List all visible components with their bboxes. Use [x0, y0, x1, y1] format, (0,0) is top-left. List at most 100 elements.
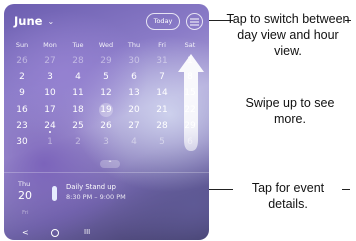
day-number: 2 [19, 72, 25, 83]
day-number: 9 [19, 88, 25, 99]
day-number: 6 [131, 72, 137, 83]
swipe-up-arrow-icon [178, 54, 204, 151]
day-cell[interactable]: 1 [36, 134, 64, 150]
day-cell[interactable]: 11 [64, 85, 92, 101]
event-date: Thu 20 [18, 180, 32, 202]
navigation-bar: < III [4, 228, 209, 240]
day-cell[interactable]: 17 [36, 102, 64, 118]
weekday-label: Fri [158, 41, 166, 49]
day-cell[interactable]: 28 [148, 118, 176, 134]
day-number: 17 [44, 104, 56, 115]
weekday-label: Wed [98, 41, 114, 49]
day-number: 16 [16, 104, 28, 115]
day-cell[interactable]: 24 [36, 118, 64, 134]
weekday-header: Sun Mon Tue Wed Thu Fri Sat [8, 41, 204, 49]
day-cell[interactable]: 3 [36, 69, 64, 85]
day-cell-today[interactable]: 19 [92, 102, 120, 118]
weekday-label: Sat [184, 41, 196, 49]
callout-end-tick [342, 189, 350, 190]
day-cell[interactable]: 2 [8, 69, 36, 85]
day-cell[interactable]: 25 [64, 118, 92, 134]
day-cell[interactable]: 30 [120, 53, 148, 69]
day-cell[interactable]: 16 [8, 102, 36, 118]
day-cell[interactable]: 30 [8, 134, 36, 150]
day-number: 30 [16, 136, 28, 147]
day-number: 28 [72, 56, 84, 66]
day-cell[interactable]: 6 [120, 69, 148, 85]
weekday-label: Sun [15, 41, 29, 49]
today-button[interactable]: Today [146, 13, 180, 30]
day-cell[interactable]: 7 [148, 69, 176, 85]
day-cell[interactable]: 26 [92, 118, 120, 134]
day-cell[interactable]: 13 [120, 85, 148, 101]
day-cell[interactable]: 20 [120, 102, 148, 118]
day-number: 30 [128, 56, 140, 66]
day-number: 29 [100, 56, 112, 66]
home-icon[interactable] [51, 229, 59, 237]
day-number: 12 [100, 88, 112, 99]
day-number: 5 [103, 72, 109, 83]
list-view-icon [190, 18, 199, 25]
day-cell[interactable]: 21 [148, 102, 176, 118]
day-cell[interactable]: 27 [36, 53, 64, 69]
chevron-down-icon: ⌄ [47, 16, 55, 26]
event-color-bar [52, 186, 57, 201]
event-callout: Tap for event details. [251, 181, 325, 211]
day-cell[interactable]: 2 [64, 134, 92, 150]
recents-icon[interactable]: III [84, 228, 90, 236]
view-toggle-callout: Tap to switch between day view and hour … [226, 12, 350, 58]
day-number: 14 [156, 88, 168, 99]
event-item[interactable]: Thu 20 Daily Stand up 8:30 PM – 9:00 PM … [4, 173, 209, 216]
view-toggle-button[interactable] [186, 13, 203, 30]
event-time: 8:30 PM – 9:00 PM [66, 193, 126, 201]
day-number: 4 [131, 136, 137, 147]
weekday-label: Tue [72, 41, 84, 49]
day-number: 25 [72, 120, 84, 131]
day-number: 27 [44, 56, 56, 66]
day-cell[interactable]: 3 [92, 134, 120, 150]
event-title: Daily Stand up [66, 183, 116, 191]
back-icon[interactable]: < [22, 228, 29, 237]
day-cell[interactable]: 5 [92, 69, 120, 85]
day-cell[interactable]: 18 [64, 102, 92, 118]
weekday-label: Mon [43, 41, 57, 49]
event-indicator-dot [49, 130, 51, 133]
day-number: 31 [156, 56, 168, 66]
day-number: 2 [75, 136, 81, 147]
day-number: 4 [75, 72, 81, 83]
day-cell[interactable]: 29 [92, 53, 120, 69]
chevron-up-icon[interactable]: ⌃ [100, 160, 120, 168]
day-cell[interactable]: 4 [64, 69, 92, 85]
day-cell[interactable]: 23 [8, 118, 36, 134]
day-number: 13 [128, 88, 140, 99]
day-cell[interactable]: 4 [120, 134, 148, 150]
day-number: 7 [159, 72, 165, 83]
day-number: 26 [16, 56, 28, 66]
month-grid: 2627282930311234567891011121314151617181… [8, 53, 204, 150]
day-number: 18 [72, 104, 84, 115]
calendar-widget: June ⌄ Today Sun Mon Tue Wed Thu Fri Sat… [4, 4, 209, 240]
day-number: 21 [156, 104, 168, 115]
day-number: 24 [44, 120, 56, 131]
day-cell[interactable]: 26 [8, 53, 36, 69]
swipe-up-callout: Swipe up to see more. [245, 96, 335, 126]
day-cell[interactable]: 14 [148, 85, 176, 101]
day-cell[interactable]: 27 [120, 118, 148, 134]
month-label: June [14, 14, 43, 28]
day-number: 1 [47, 136, 53, 147]
day-cell[interactable]: 10 [36, 85, 64, 101]
day-cell[interactable]: 9 [8, 85, 36, 101]
day-cell[interactable]: 5 [148, 134, 176, 150]
day-cell[interactable]: 31 [148, 53, 176, 69]
day-number: 3 [103, 136, 109, 147]
month-selector[interactable]: June ⌄ [14, 14, 54, 28]
day-number: 10 [44, 88, 56, 99]
day-number: 27 [128, 120, 140, 131]
day-cell[interactable]: 28 [64, 53, 92, 69]
weekday-label: Thu [127, 41, 141, 49]
day-number: 26 [100, 120, 112, 131]
day-number: 11 [72, 88, 84, 99]
day-cell[interactable]: 12 [92, 85, 120, 101]
day-number: 3 [47, 72, 53, 83]
day-number: 19 [99, 102, 113, 117]
